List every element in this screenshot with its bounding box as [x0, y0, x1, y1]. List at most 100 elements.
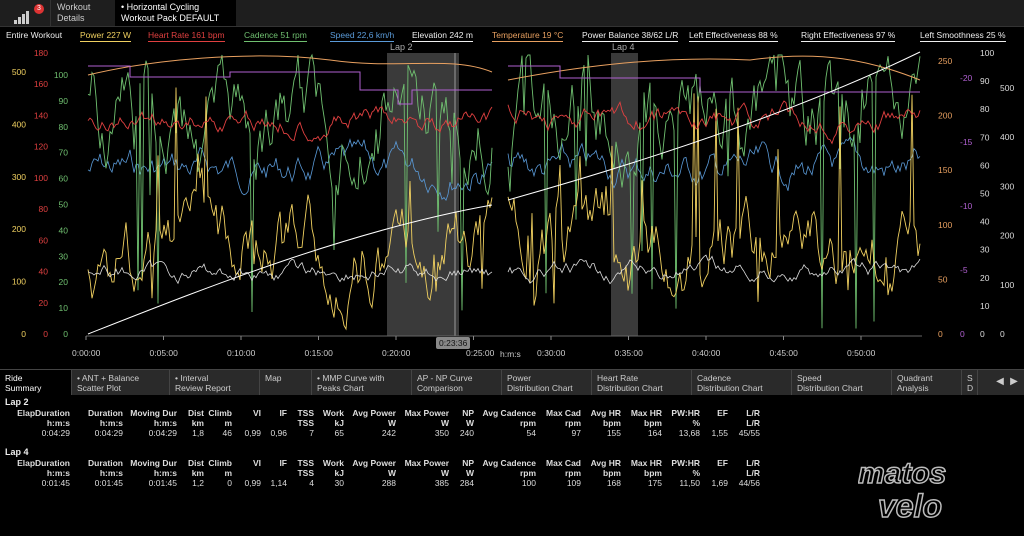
cadence-axis-tick: 70 — [59, 148, 69, 158]
analysis-tab[interactable]: AP - NP Curve Comparison — [412, 370, 502, 396]
cell-text: bpm — [603, 468, 621, 478]
analysis-tab[interactable]: Map — [260, 370, 312, 396]
cell-text: Avg HR — [590, 458, 621, 468]
tab-label: • ANT + Balance — [77, 373, 140, 383]
cell-text: 0:04:29 — [41, 428, 70, 438]
cell-text: Avg Power — [352, 408, 396, 418]
time-tick-label: 0:35:00 — [614, 348, 643, 358]
cell-text: rpm — [564, 468, 581, 478]
scroll-right-button[interactable]: ▶ — [1008, 376, 1020, 390]
cell-text: Max Power — [404, 408, 449, 418]
cell-text: ElapDuration — [17, 408, 70, 418]
cell-text: kJ — [334, 418, 344, 428]
cell-text: NP — [462, 458, 474, 468]
cell-text: h:m:s — [153, 418, 177, 428]
analysis-tab[interactable]: Heart Rate Distribution Chart — [592, 370, 692, 396]
cell-text: 168 — [606, 478, 621, 488]
cell-text: TSS — [297, 458, 314, 468]
cell-text — [270, 468, 287, 478]
cell-text: h:m:s — [153, 468, 177, 478]
metric-readout[interactable]: Left Effectiveness 88 % — [689, 30, 778, 42]
tab-label: Summary — [5, 383, 42, 393]
analysis-tab[interactable]: Ride Summary — [0, 370, 72, 396]
metric-readout[interactable]: Left Smoothness 25 % — [920, 30, 1006, 42]
signal-icon[interactable]: 3 — [8, 4, 44, 24]
cell-text: 155 — [606, 428, 621, 438]
time-tick-label: 0:05:00 — [149, 348, 178, 358]
metric-readout[interactable]: Right Effectiveness 97 % — [801, 30, 896, 42]
workout-chart[interactable]: Lap 2 Lap 4 500 400 300 200 100 0 180 160 140 120 1… — [0, 27, 1024, 365]
analysis-tab[interactable]: Speed Distribution Chart — [792, 370, 892, 396]
metric-readout[interactable]: Elevation 242 m — [412, 30, 473, 42]
cell-text: 0 — [227, 478, 232, 488]
cell-text: 100 — [521, 478, 536, 488]
cell-text: h:m:s — [46, 418, 70, 428]
tab-workout-details[interactable]: Workout Details — [50, 0, 114, 26]
cell-text: Avg Cadence — [482, 458, 536, 468]
right-axis-tick: 0 — [980, 329, 985, 339]
cell-text: L/R — [746, 418, 760, 428]
analysis-tab[interactable]: Quadrant Analysis — [892, 370, 962, 396]
tab-label: Speed — [797, 373, 822, 383]
cell-text: rpm — [564, 418, 581, 428]
cell-text: h:m:s — [46, 468, 70, 478]
analysis-tab[interactable]: Cadence Distribution Chart — [692, 370, 792, 396]
cell-text: 164 — [647, 428, 662, 438]
time-tick-label: 0:40:00 — [692, 348, 721, 358]
time-tick-label: 0:00:00 — [72, 348, 101, 358]
cell-text: bpm — [644, 418, 662, 428]
right-axis-tick: 20 — [980, 273, 990, 283]
cell-text: W — [465, 418, 474, 428]
cell-text: 30 — [334, 478, 344, 488]
table-cell: Avg Power W 242 — [352, 408, 396, 438]
cell-text: W — [440, 468, 449, 478]
time-tick-label: 0:25:00 — [466, 348, 495, 358]
heart-rate-trace — [87, 100, 921, 145]
tab-label: Peaks Chart — [317, 383, 364, 393]
tab-label: • MMP Curve with — [317, 373, 385, 383]
cell-text: % — [692, 418, 700, 428]
metric-readout[interactable]: Temperature 19 °C — [492, 30, 564, 42]
cell-text: 0:01:45 — [41, 478, 70, 488]
table-cell: EF 1,55 — [711, 408, 728, 438]
metric-readout[interactable]: Power 227 W — [80, 30, 132, 42]
tab-label: Map — [265, 373, 282, 383]
cell-text: Moving Dur — [130, 408, 177, 418]
table-cell: Max Cad rpm 109 — [546, 458, 581, 488]
metric-readout[interactable]: Speed 22,6 km/h — [330, 30, 395, 42]
analysis-tab[interactable]: • Interval Review Report — [170, 370, 260, 396]
analysis-tab[interactable]: SD — [962, 370, 978, 396]
cell-text: m — [224, 468, 232, 478]
cell-text: bpm — [644, 468, 662, 478]
cell-text: Duration — [88, 408, 123, 418]
cell-text: 44/56 — [738, 478, 760, 488]
analysis-tab[interactable]: • ANT + Balance Scatter Plot — [72, 370, 170, 396]
cell-text: rpm — [519, 468, 536, 478]
right-axis-tick: 500 — [1000, 83, 1014, 93]
cell-text: 0:04:29 — [94, 428, 123, 438]
metric-readout[interactable]: Cadence 51 rpm — [244, 30, 307, 42]
time-tick-label: 0:30:00 — [537, 348, 566, 358]
cursor-time-label: 0:23:36 — [436, 337, 471, 349]
cell-text: 46 — [222, 428, 232, 438]
chart-canvas[interactable]: Lap 2 Lap 4 50040030020010001801601401201… — [0, 27, 1024, 365]
cell-text: Avg Power — [352, 458, 396, 468]
tab-horizontal-cycling[interactable]: • Horizontal Cycling Workout Pack DEFAUL… — [115, 0, 236, 26]
cell-text: 1,55 — [711, 428, 728, 438]
table-cell: Moving Dur h:m:s 0:04:29 — [130, 408, 177, 438]
right-axis-tick: 200 — [938, 111, 952, 121]
cell-text — [270, 418, 287, 428]
table-cell: Duration h:m:s 0:01:45 — [88, 458, 123, 488]
time-tick-label: 0:20:00 — [382, 348, 411, 358]
hr-axis-tick: 180 — [34, 48, 48, 58]
analysis-tab[interactable]: Power Distribution Chart — [502, 370, 592, 396]
tab-label: S — [967, 373, 973, 383]
metric-readout[interactable]: Heart Rate 161 bpm — [148, 30, 225, 42]
tab-label: Power — [507, 373, 532, 383]
table-cell: ElapDuration h:m:s 0:04:29 — [17, 408, 70, 438]
cadence-axis-tick: 50 — [59, 200, 69, 210]
metric-readout[interactable]: Power Balance 38/62 L/R — [582, 30, 679, 42]
power-axis-tick: 200 — [12, 224, 26, 234]
scroll-left-button[interactable]: ◀ — [994, 376, 1006, 390]
analysis-tab[interactable]: • MMP Curve with Peaks Chart — [312, 370, 412, 396]
